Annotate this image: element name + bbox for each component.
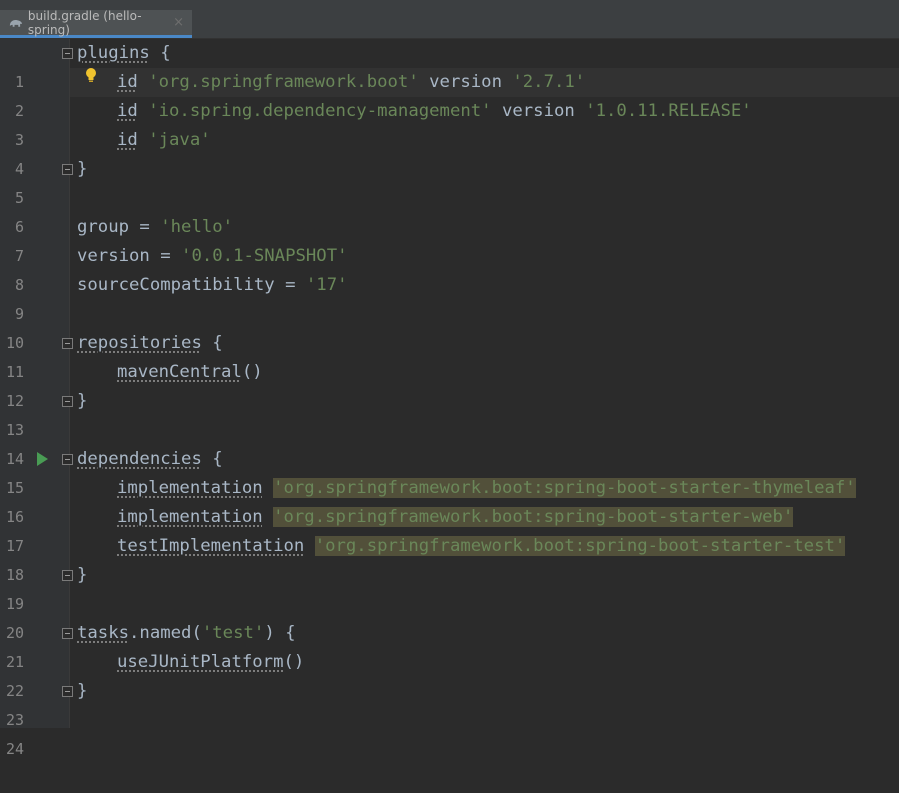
code-string: 'test' <box>201 623 265 643</box>
code-keyword[interactable]: id <box>117 130 138 150</box>
code-keyword[interactable]: implementation <box>117 478 263 498</box>
code-line: 5 } <box>0 155 899 207</box>
code-line: 23 } <box>0 677 899 729</box>
run-gutter-icon[interactable] <box>36 452 48 466</box>
code-keyword[interactable]: mavenCentral <box>117 362 242 382</box>
fold-collapse-icon[interactable] <box>62 396 73 407</box>
code-line: 10 <box>0 300 899 352</box>
code-text: ) { <box>264 623 296 643</box>
code-line: 7 group = 'hello' <box>0 213 899 265</box>
code-line: 14 <box>0 416 899 468</box>
code-string: 'java' <box>148 130 211 150</box>
code-text: } <box>77 681 88 701</box>
code-line: 13 } <box>0 387 899 439</box>
code-string: 'org.springframework.boot:spring-boot-st… <box>314 536 846 556</box>
code-line: 18 testImplementation 'org.springframewo… <box>0 532 899 584</box>
fold-collapse-icon[interactable] <box>62 338 73 349</box>
code-keyword[interactable]: plugins <box>77 43 150 63</box>
editor-tab-bar: build.gradle (hello-spring) × <box>0 0 899 39</box>
code-string: '17' <box>305 275 348 295</box>
code-string: '0.0.1-SNAPSHOT' <box>181 246 348 266</box>
code-string: 'org.springframework.boot' <box>148 72 419 92</box>
code-keyword[interactable]: dependencies <box>77 449 202 469</box>
code-text: version = <box>77 246 182 266</box>
code-text: { <box>201 333 223 353</box>
fold-collapse-icon[interactable] <box>62 454 73 465</box>
code-text: } <box>77 565 88 585</box>
code-keyword[interactable]: useJUnitPlatform <box>117 652 283 672</box>
code-string: 'org.springframework.boot:spring-boot-st… <box>273 478 856 498</box>
code-editor[interactable]: 1 plugins { 2 id 'org.springframework.bo… <box>0 39 899 758</box>
code-line: 6 <box>0 184 899 236</box>
code-line: 8 version = '0.0.1-SNAPSHOT' <box>0 242 899 294</box>
tab-title: build.gradle (hello-spring) <box>27 8 142 37</box>
code-text: { <box>149 43 171 63</box>
code-text: group = <box>77 217 161 237</box>
code-line: 4 id 'java' <box>0 126 899 178</box>
fold-collapse-icon[interactable] <box>62 570 73 581</box>
code-line: 22 useJUnitPlatform() <box>0 648 899 700</box>
code-line: 15 dependencies { <box>0 445 899 497</box>
code-keyword[interactable]: id <box>117 72 138 92</box>
code-keyword[interactable]: tasks <box>77 623 129 643</box>
code-text: version <box>418 72 513 92</box>
code-line: 1 plugins { <box>0 39 899 91</box>
code-text: () <box>241 362 263 382</box>
code-text: () <box>283 652 305 672</box>
code-text: sourceCompatibility = <box>77 275 306 295</box>
code-keyword[interactable]: testImplementation <box>117 536 304 556</box>
code-text: .named( <box>129 623 202 643</box>
code-string: '1.0.11.RELEASE' <box>585 101 752 121</box>
code-string: '2.7.1' <box>512 72 586 92</box>
code-line: 19 } <box>0 561 899 613</box>
code-line: 9 sourceCompatibility = '17' <box>0 271 899 323</box>
gradle-elephant-icon <box>9 19 22 27</box>
code-string: 'io.spring.dependency-management' <box>148 101 492 121</box>
code-text: version <box>491 101 586 121</box>
code-line: 20 <box>0 590 899 642</box>
close-icon[interactable]: × <box>173 15 184 30</box>
code-text: } <box>77 159 88 179</box>
fold-collapse-icon[interactable] <box>62 628 73 639</box>
code-line: 24 <box>0 706 899 758</box>
lightbulb-icon[interactable] <box>84 67 98 83</box>
code-line: 21 tasks.named('test') { <box>0 619 899 671</box>
code-line: 3 id 'io.spring.dependency-management' v… <box>0 97 899 149</box>
code-text: { <box>201 449 223 469</box>
code-line: 2 id 'org.springframework.boot' version … <box>0 68 899 120</box>
code-keyword[interactable]: id <box>117 101 138 121</box>
code-string: 'org.springframework.boot:spring-boot-st… <box>273 507 794 527</box>
fold-collapse-icon[interactable] <box>62 48 73 59</box>
line-number: 24 <box>5 740 24 758</box>
code-string: 'hello' <box>160 217 234 237</box>
code-line: 11 repositories { <box>0 329 899 381</box>
code-keyword[interactable]: implementation <box>117 507 263 527</box>
code-text: } <box>77 391 88 411</box>
code-keyword[interactable]: repositories <box>77 333 202 353</box>
fold-collapse-icon[interactable] <box>62 686 73 697</box>
fold-collapse-icon[interactable] <box>62 164 73 175</box>
code-line: 17 implementation 'org.springframework.b… <box>0 503 899 555</box>
code-line: 12 mavenCentral() <box>0 358 899 410</box>
code-line: 16 implementation 'org.springframework.b… <box>0 474 899 526</box>
tab-build-gradle[interactable]: build.gradle (hello-spring) × <box>0 8 192 38</box>
